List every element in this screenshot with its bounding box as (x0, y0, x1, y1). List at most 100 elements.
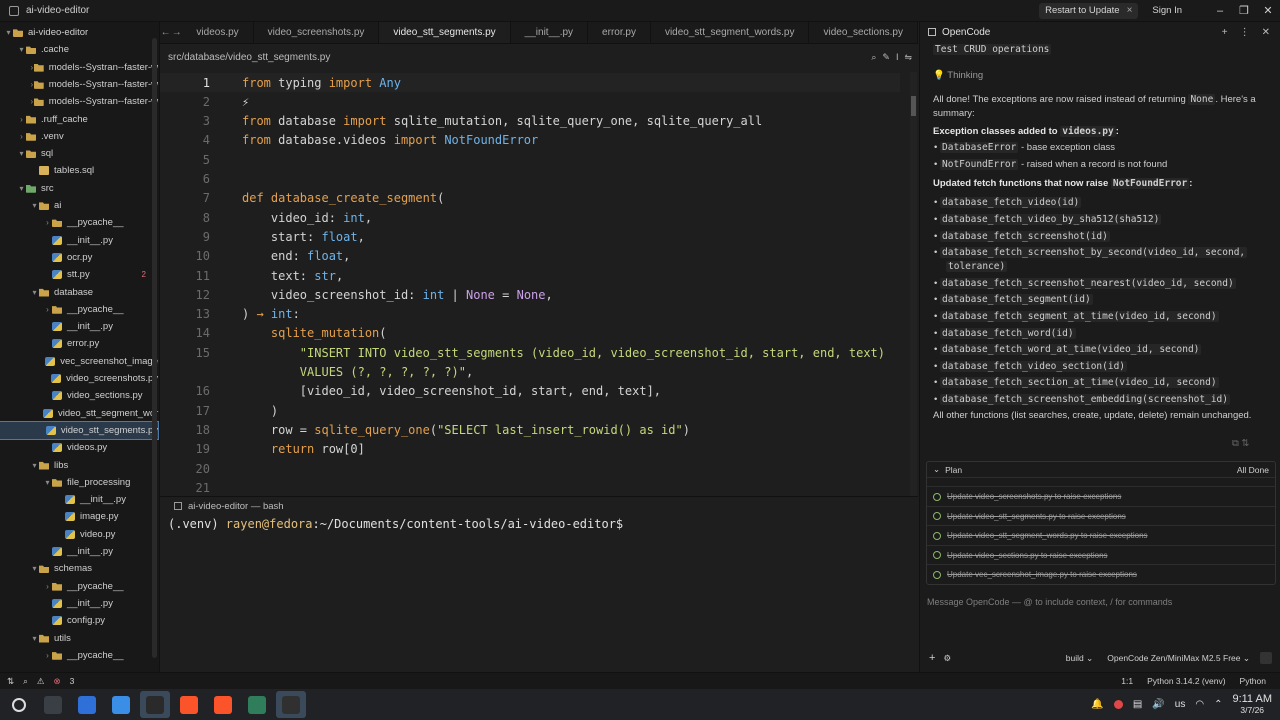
line-number[interactable]: 21 (160, 481, 210, 495)
close-window-icon[interactable]: ✕ (1256, 4, 1280, 17)
discover-taskbar-button[interactable] (72, 691, 102, 718)
line-number[interactable]: 6 (160, 172, 210, 186)
brave-alt-taskbar-button[interactable] (208, 691, 238, 718)
chevron-icon[interactable]: › (43, 305, 52, 314)
minimize-icon[interactable]: – (1208, 5, 1232, 17)
line-number[interactable]: 3 (160, 114, 210, 128)
chevron-icon[interactable]: › (17, 115, 26, 124)
chevron-icon[interactable]: › (43, 651, 52, 660)
terminal-prompt[interactable]: (.venv) rayen@fedora:~/Documents/content… (168, 517, 623, 531)
sidebar-item[interactable]: image.py (0, 508, 158, 525)
code-line[interactable]: 8 video_id: int, (160, 208, 900, 227)
code-line[interactable]: 2 ⚡ (160, 92, 900, 111)
code-line[interactable]: 14 sqlite_mutation( (160, 324, 900, 343)
sidebar-item[interactable]: ▾ ai (0, 197, 158, 214)
terminal-panel[interactable]: ai-video-editor — bash (.venv) rayen@fed… (160, 496, 918, 672)
sidebar-item[interactable]: › __pycache__ (0, 647, 158, 664)
chevron-icon[interactable]: ▾ (4, 28, 13, 37)
sidebar-item[interactable]: › __pycache__ (0, 301, 158, 318)
line-number[interactable]: 10 (160, 249, 210, 263)
chevron-icon[interactable]: ▾ (43, 478, 52, 487)
wifi-icon[interactable]: ◠ (1195, 699, 1204, 710)
sidebar-item[interactable]: › .venv (0, 128, 158, 145)
search-icon[interactable]: ⌕ (871, 52, 876, 63)
line-number[interactable]: 14 (160, 326, 210, 340)
plan-header[interactable]: ⌄ Plan All Done (927, 462, 1275, 478)
chevron-icon[interactable]: ▾ (17, 45, 26, 54)
sidebar-scrollbar[interactable] (152, 38, 157, 658)
code-line[interactable]: 1 from typing import Any (160, 73, 900, 92)
sidebar-item[interactable]: ▾ ai-video-editor (0, 24, 158, 41)
clipboard-icon[interactable]: ▤ (1133, 699, 1142, 710)
sidebar-item[interactable]: ▾ .cache (0, 41, 158, 58)
sidebar-item[interactable]: videos.py (0, 439, 158, 456)
sign-in-button[interactable]: Sign In (1152, 5, 1182, 16)
line-number[interactable]: 13 (160, 307, 210, 321)
search-icon[interactable]: ⌕ (23, 676, 28, 687)
code-line[interactable]: 13) → int: (160, 305, 900, 324)
forward-arrow-icon[interactable]: → (171, 22, 182, 43)
chevron-icon[interactable]: › (43, 582, 52, 591)
chevron-icon[interactable]: › (43, 218, 52, 227)
tab-video-stt-segments-py[interactable]: video_stt_segments.py (379, 22, 511, 43)
model-selector[interactable]: OpenCode Zen/MiniMax M2.5 Free ⌄ (1107, 653, 1250, 664)
more-icon[interactable]: ⋮ (1240, 27, 1250, 38)
code-line[interactable]: 7 def database_create_segment( (160, 189, 900, 208)
tab-videos-py[interactable]: videos.py (182, 22, 254, 43)
send-button[interactable] (1260, 652, 1272, 664)
code-line[interactable]: 21 (160, 478, 900, 496)
warning-icon[interactable]: ⚠ (37, 676, 45, 687)
code-line[interactable]: VALUES (?, ?, ?, ?, ?)", (160, 363, 900, 382)
dismiss-update-icon[interactable]: × (1127, 5, 1133, 16)
add-context-icon[interactable]: + (929, 652, 935, 664)
code-line[interactable]: 5 (160, 150, 900, 169)
sidebar-item[interactable]: ocr.py (0, 249, 158, 266)
thinking-row[interactable]: 💡 Thinking (933, 70, 983, 81)
sidebar-item[interactable]: config.py (0, 612, 158, 629)
notification-icon[interactable]: 🔔 (1091, 699, 1103, 710)
code-line[interactable]: 17 ) (160, 401, 900, 420)
brave-taskbar-button[interactable] (174, 691, 204, 718)
sidebar-item[interactable]: video_screenshots.py (0, 370, 158, 387)
line-number[interactable]: 4 (160, 133, 210, 147)
line-number[interactable]: 20 (160, 462, 210, 476)
line-number[interactable]: 12 (160, 288, 210, 302)
close-panel-icon[interactable]: ✕ (1262, 27, 1270, 38)
obs-taskbar-button[interactable] (276, 691, 306, 718)
maximize-icon[interactable]: ❐ (1232, 4, 1256, 17)
terminal-taskbar-button[interactable] (38, 691, 68, 718)
breadcrumb-path[interactable]: src/database/video_stt_segments.py (168, 52, 330, 63)
sidebar-item[interactable]: › .ruff_cache (0, 111, 158, 128)
expand-tray-icon[interactable]: ⌃ (1214, 699, 1222, 710)
line-number[interactable]: 2 (160, 95, 210, 109)
code-editor[interactable]: 1 from typing import Any 2 ⚡ 3 from database … (160, 72, 918, 496)
message-actions[interactable]: ⧉ ⇅ (1232, 438, 1249, 449)
text-cursor-icon[interactable]: I (896, 52, 899, 63)
sidebar-item[interactable]: video_stt_segments.py (0, 420, 159, 440)
sidebar-item[interactable]: __init__.py (0, 543, 158, 560)
panels-icon[interactable]: ⇅ (7, 676, 14, 687)
code-line[interactable]: 10 end: float, (160, 247, 900, 266)
mode-selector[interactable]: build ⌄ (1066, 653, 1093, 664)
sidebar-item[interactable]: stt.py 2 (0, 266, 158, 283)
restart-to-update-button[interactable]: Restart to Update × (1039, 2, 1139, 19)
code-line[interactable]: 4 from database.videos import NotFoundErr… (160, 131, 900, 150)
code-line[interactable]: 3 from database import sqlite_mutation, s… (160, 112, 900, 131)
launcher-taskbar-button[interactable] (4, 691, 34, 718)
line-number[interactable]: 15 (160, 346, 210, 360)
clock[interactable]: 9:11 AM 3/7/26 (1232, 693, 1272, 716)
back-arrow-icon[interactable]: ← (160, 22, 171, 43)
line-number[interactable]: 1 (160, 76, 210, 90)
chevron-icon[interactable]: › (30, 97, 34, 106)
settings-icon[interactable]: ⚙ (943, 653, 951, 664)
sidebar-item[interactable]: › __pycache__ (0, 578, 158, 595)
line-number[interactable]: 9 (160, 230, 210, 244)
code-line[interactable]: 11 text: str, (160, 266, 900, 285)
monitor-taskbar-button[interactable] (242, 691, 272, 718)
sidebar-item[interactable]: ▾ sql (0, 145, 158, 162)
sidebar-item[interactable]: __init__.py (0, 232, 158, 249)
sidebar-item[interactable]: ▾ libs (0, 457, 158, 474)
tab-init-py[interactable]: __init__.py (511, 22, 589, 43)
code-line[interactable]: 19 return row[0] (160, 440, 900, 459)
chevron-icon[interactable]: ▾ (30, 288, 39, 297)
